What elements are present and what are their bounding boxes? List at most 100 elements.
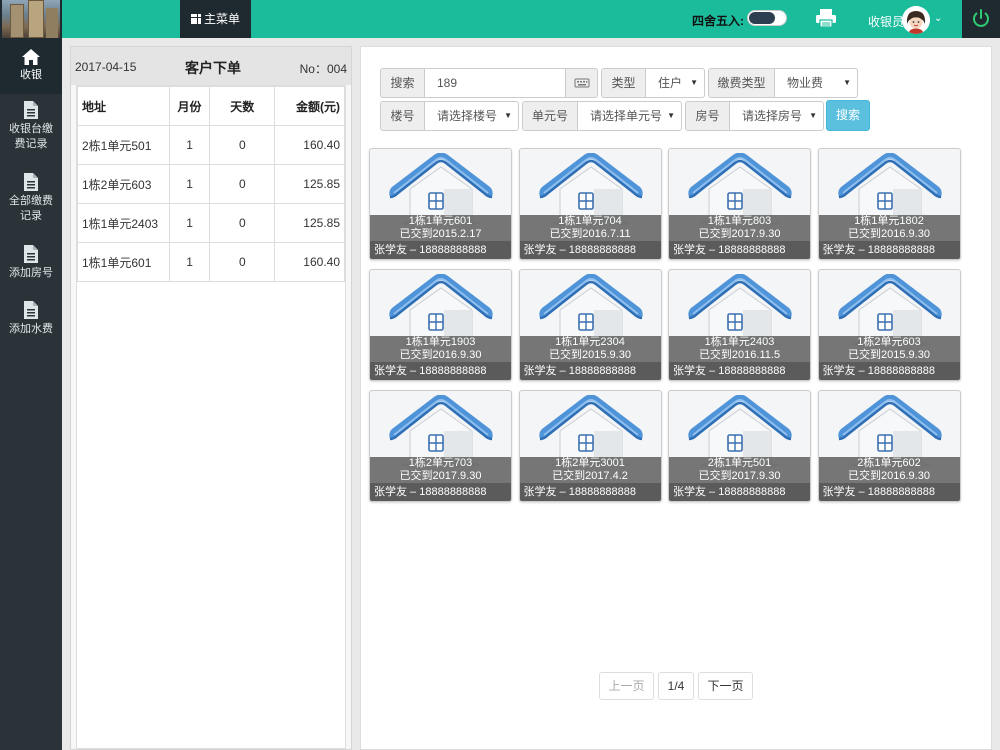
room-card[interactable]: 1栋1单元1903 已交到2016.9.30 张学友 – 18888888888 xyxy=(369,269,512,381)
fee-type-select[interactable]: 物业费 ▼ xyxy=(775,69,857,97)
print-icon[interactable] xyxy=(815,8,837,28)
room-paid-until: 已交到2017.9.30 xyxy=(698,470,781,482)
room-select[interactable]: 请选择房号 ▼ xyxy=(730,102,823,130)
room-number: 1栋1单元2403 xyxy=(704,336,775,348)
order-panel: 2017-04-15 客户下单 No：004 地址 月份 天数 金额(元) 2栋… xyxy=(70,46,352,750)
table-row[interactable]: 1栋1单元2403 1 0 125.85 xyxy=(77,203,345,243)
search-input[interactable]: 189 xyxy=(425,69,565,97)
caret-down-icon: ▼ xyxy=(843,78,851,87)
room-card[interactable]: 2栋1单元501 已交到2017.9.30 张学友 – 18888888888 xyxy=(668,390,811,502)
type-select-group: 类型 住户 ▼ xyxy=(601,68,705,98)
room-info-overlay: 1栋1单元2403 已交到2016.11.5 xyxy=(669,336,810,362)
room-card[interactable]: 1栋1单元704 已交到2016.7.11 张学友 – 18888888888 xyxy=(518,148,662,260)
sidebar-item-add-room[interactable]: 添加房号 xyxy=(0,244,62,288)
room-card[interactable]: 1栋1单元2304 已交到2015.9.30 张学友 – 18888888888 xyxy=(518,269,662,381)
sidebar-item-label-2: 记录 xyxy=(20,210,42,222)
order-header: 2017-04-15 客户下单 No：004 xyxy=(71,47,351,85)
room-card[interactable]: 1栋1单元803 已交到2017.9.30 张学友 – 18888888888 xyxy=(668,148,811,260)
room-card[interactable]: 1栋1单元2403 已交到2016.11.5 张学友 – 18888888888 xyxy=(668,269,811,381)
room-card[interactable]: 1栋2单元603 已交到2015.9.30 张学友 – 18888888888 xyxy=(817,269,961,381)
sidebar-item-cashier-records[interactable]: 收银台缴 费记录 xyxy=(0,100,62,160)
order-date: 2017-04-15 xyxy=(75,60,137,74)
room-number: 1栋1单元803 xyxy=(707,215,772,227)
building-select[interactable]: 请选择楼号 ▼ xyxy=(425,102,518,130)
type-select-value: 住户 xyxy=(658,76,683,90)
table-row[interactable]: 2栋1单元501 1 0 160.40 xyxy=(77,125,345,165)
logout-button[interactable] xyxy=(962,0,1000,38)
order-table-container: 地址 月份 天数 金额(元) 2栋1单元501 1 0 160.40 1栋2单元603 1… xyxy=(76,85,346,749)
room-info-overlay: 1栋2单元603 已交到2015.9.30 xyxy=(818,336,960,362)
search-group: 搜索 189 xyxy=(380,68,598,98)
cell-days: 0 xyxy=(209,203,276,243)
keyboard-button[interactable] xyxy=(565,69,597,97)
room-card[interactable]: 1栋2单元3001 已交到2017.4.2 张学友 – 18888888888 xyxy=(518,390,662,502)
avatar[interactable] xyxy=(902,6,930,34)
room-owner: 张学友 – 18888888888 xyxy=(669,241,810,259)
room-info-overlay: 2栋1单元501 已交到2017.9.30 xyxy=(669,457,810,483)
type-select[interactable]: 住户 ▼ xyxy=(646,69,704,97)
caret-down-icon: ▼ xyxy=(667,111,675,120)
cashier-label[interactable]: 收银员 xyxy=(868,13,904,30)
room-number: 1栋1单元2304 xyxy=(555,336,625,348)
search-button[interactable]: 搜索 xyxy=(826,100,870,131)
room-paid-until: 已交到2016.9.30 xyxy=(848,470,930,482)
sidebar: 收银 收银台缴 费记录 全部缴费 记录 添加房号 添加水费 xyxy=(0,38,62,750)
cell-days: 0 xyxy=(209,125,276,165)
unit-select[interactable]: 请选择单元号 ▼ xyxy=(578,102,681,130)
table-row[interactable]: 1栋1单元601 1 0 160.40 xyxy=(77,242,345,282)
cell-months: 1 xyxy=(168,242,211,282)
room-owner: 张学友 – 18888888888 xyxy=(519,362,661,380)
unit-select-value: 请选择单元号 xyxy=(590,109,663,123)
order-title: 客户下单 xyxy=(185,60,241,76)
room-card[interactable]: 1栋1单元1802 已交到2016.9.30 张学友 – 18888888888 xyxy=(817,148,961,260)
room-info-overlay: 1栋1单元803 已交到2017.9.30 xyxy=(669,215,810,241)
document-icon xyxy=(24,101,38,119)
room-paid-until: 已交到2017.9.30 xyxy=(399,470,482,482)
room-info-overlay: 1栋1单元1903 已交到2016.9.30 xyxy=(370,336,511,362)
cell-months: 1 xyxy=(168,203,211,243)
grid-icon xyxy=(190,14,201,24)
room-card[interactable]: 1栋1单元601 已交到2015.2.17 张学友 – 18888888888 xyxy=(369,148,512,260)
home-icon xyxy=(22,49,40,65)
room-info-overlay: 1栋1单元704 已交到2016.7.11 xyxy=(519,215,661,241)
room-number: 1栋1单元1802 xyxy=(854,215,924,227)
sidebar-item-all-records[interactable]: 全部缴费 记录 xyxy=(0,172,62,232)
room-paid-until: 已交到2016.7.11 xyxy=(549,228,631,240)
sidebar-item-add-water-fee[interactable]: 添加水费 xyxy=(0,300,62,344)
type-label: 类型 xyxy=(602,69,646,97)
room-card[interactable]: 1栋2单元703 已交到2017.9.30 张学友 – 18888888888 xyxy=(369,390,512,502)
next-page-button[interactable]: 下一页 xyxy=(698,672,753,700)
building-label: 楼号 xyxy=(381,102,425,130)
table-row[interactable]: 1栋2单元603 1 0 125.85 xyxy=(77,164,345,204)
prev-page-button[interactable]: 上一页 xyxy=(599,672,654,700)
room-owner: 张学友 – 18888888888 xyxy=(818,362,960,380)
logo-image xyxy=(2,0,60,38)
sidebar-item-label: 全部缴费 xyxy=(9,195,53,207)
rounding-label: 四舍五入: xyxy=(692,14,744,28)
sidebar-item-cashier[interactable]: 收银 xyxy=(0,38,62,94)
rounding-toggle[interactable] xyxy=(747,10,787,26)
room-owner: 张学友 – 18888888888 xyxy=(370,241,511,259)
cell-amount: 125.85 xyxy=(274,203,345,243)
room-paid-until: 已交到2017.4.2 xyxy=(552,470,628,482)
chevron-down-icon[interactable]: ⌄ xyxy=(934,13,942,24)
cell-amount: 125.85 xyxy=(274,164,345,204)
cell-days: 0 xyxy=(209,164,276,204)
room-info-overlay: 1栋2单元3001 已交到2017.4.2 xyxy=(519,457,661,483)
room-card[interactable]: 2栋1单元602 已交到2016.9.30 张学友 – 18888888888 xyxy=(817,390,961,502)
column-header-address: 地址 xyxy=(77,86,170,126)
room-owner: 张学友 – 18888888888 xyxy=(519,483,661,501)
room-number: 1栋1单元704 xyxy=(558,215,622,227)
room-select-value: 请选择房号 xyxy=(742,109,803,123)
fee-type-label: 缴费类型 xyxy=(709,69,775,97)
room-info-overlay: 1栋1单元2304 已交到2015.9.30 xyxy=(519,336,661,362)
room-paid-until: 已交到2016.9.30 xyxy=(399,349,482,361)
unit-label: 单元号 xyxy=(523,102,578,130)
caret-down-icon: ▼ xyxy=(504,111,512,120)
main-menu-label: 主菜单 xyxy=(203,12,240,26)
room-owner: 张学友 – 18888888888 xyxy=(669,362,810,380)
room-label: 房号 xyxy=(686,102,730,130)
main-menu-button[interactable]: 主菜单 xyxy=(180,0,251,38)
column-header-months: 月份 xyxy=(168,86,211,126)
cell-months: 1 xyxy=(168,164,211,204)
